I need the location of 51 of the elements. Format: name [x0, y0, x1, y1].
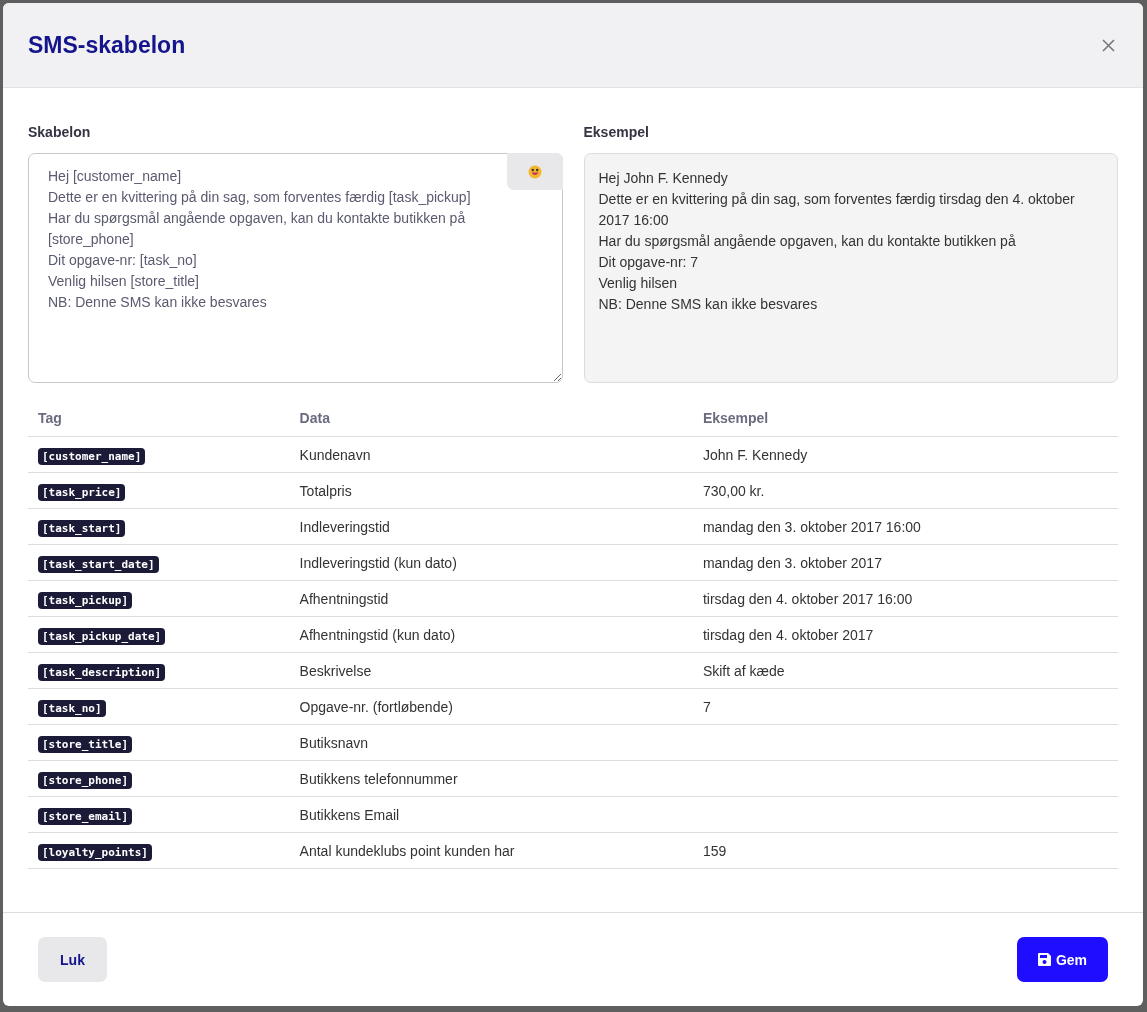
- table-cell: Beskrivelse: [289, 652, 693, 689]
- table-cell: John F. Kennedy: [692, 436, 1118, 473]
- table-cell: Indleveringstid (kun dato): [289, 544, 693, 581]
- tag-code: [task_description]: [38, 663, 166, 681]
- table-cell: Butikkens Email: [289, 796, 693, 833]
- table-cell: Afhentningstid: [289, 580, 693, 617]
- template-field[interactable]: Hej [customer_name] Dette er en kvittering på din sag, som forventes færdig [task_pickup] Har du spørgsmål angående opgaven, kan du kontakte butikken på [store_phone] Dit opgave-nr: [task_no] Venlig hilsen [store_title] NB: Denne SMS kan ikke besvares: [28, 153, 563, 383]
- table-cell: tirsdag den 4. oktober 2017: [692, 616, 1118, 653]
- column-header: Eksempel: [692, 402, 1118, 437]
- close-icon: [1102, 38, 1115, 52]
- tag-code: [task_start_date]: [38, 555, 159, 573]
- preview-line: NB: Denne SMS kan ikke besvares: [598, 295, 819, 314]
- tag-code: [task_no]: [38, 699, 106, 717]
- dialog-title: SMS-skabelon: [28, 31, 186, 59]
- table-cell: 159: [692, 832, 1118, 869]
- preview-line: Har du spørgsmål angående opgaven, kan du kontakte butikken på: [598, 232, 1017, 251]
- table-cell: Afhentningstid (kun dato): [289, 616, 693, 653]
- preview-line: Venlig hilsen: [598, 274, 679, 293]
- column-header: Data: [289, 402, 693, 437]
- tag-code: [task_price]: [38, 483, 126, 501]
- tag-code: [store_email]: [38, 807, 133, 825]
- column-header: Tag: [28, 402, 290, 437]
- preview-line: Dette er en kvittering på din sag, som forventes færdig tirsdag den 4. oktober 2017 16:00: [598, 190, 1076, 230]
- smiley-icon: [527, 164, 542, 179]
- table-cell: Skift af kæde: [692, 652, 1118, 689]
- table-cell: tirsdag den 4. oktober 2017 16:00: [692, 580, 1118, 617]
- tag-code: [task_start]: [38, 519, 126, 537]
- tag-code: [customer_name]: [38, 447, 146, 465]
- tag-code: [store_title]: [38, 735, 133, 753]
- table-cell: Antal kundeklubs point kunden har: [289, 832, 693, 869]
- tag-code: [task_pickup]: [38, 591, 133, 609]
- table-cell: mandag den 3. oktober 2017 16:00: [692, 508, 1118, 545]
- example-label: Eksempel: [583, 124, 650, 140]
- table-cell: Kundenavn: [289, 436, 693, 473]
- table-cell: 7: [692, 688, 1118, 725]
- tag-code: [loyalty_points]: [38, 843, 152, 861]
- close-button[interactable]: Luk: [38, 937, 107, 982]
- table-cell: Butikkens telefonnummer: [289, 760, 693, 797]
- save-button[interactable]: Gem: [1017, 937, 1108, 982]
- table-cell: Opgave-nr. (fortløbende): [289, 688, 693, 725]
- preview-line: Hej John F. Kennedy: [598, 169, 729, 188]
- preview-line: Dit opgave-nr: 7: [598, 253, 700, 272]
- table-cell: Indleveringstid: [289, 508, 693, 545]
- tag-code: [task_pickup_date]: [38, 627, 166, 645]
- template-label: Skabelon: [28, 124, 92, 140]
- table-cell: 730,00 kr.: [692, 472, 1118, 509]
- table-cell: Totalpris: [289, 472, 693, 509]
- tag-code: [store_phone]: [38, 771, 133, 789]
- table-cell: mandag den 3. oktober 2017: [692, 544, 1118, 581]
- table-cell: Butiksnavn: [289, 724, 693, 761]
- save-label: Gem: [1055, 951, 1088, 968]
